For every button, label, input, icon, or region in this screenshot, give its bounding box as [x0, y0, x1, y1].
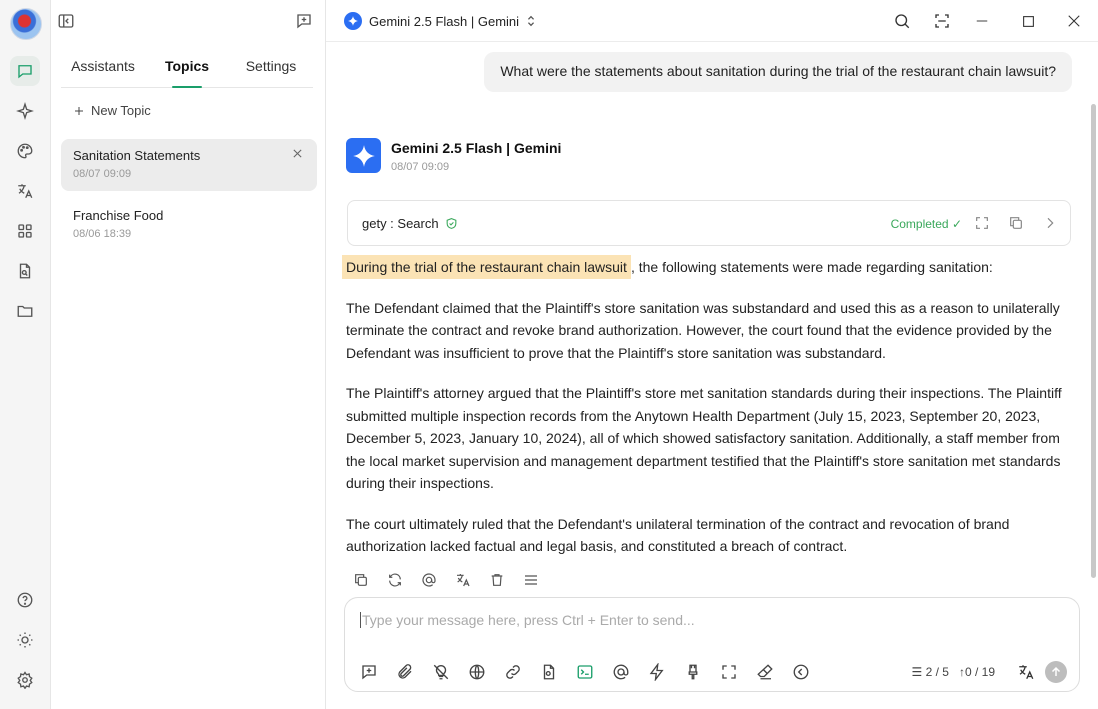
window-close-icon[interactable] — [1064, 11, 1084, 31]
token-count: 0 / 19 — [964, 665, 995, 679]
tool-name: gety : Search — [362, 216, 439, 231]
token-counter: ↑0 / 19 — [959, 665, 995, 679]
back-circle-icon[interactable] — [791, 662, 811, 682]
topic-item[interactable]: Sanitation Statements 08/07 09:09 — [61, 139, 317, 191]
chat-main: Gemini 2.5 Flash | Gemini What were the … — [326, 0, 1098, 709]
menu-icon[interactable] — [522, 571, 540, 589]
scan-icon[interactable] — [932, 11, 952, 31]
composer-status: ☰ 2 / 5 ↑0 / 19 — [912, 661, 1067, 683]
user-avatar[interactable] — [10, 8, 42, 40]
tool-name-row: gety : Search — [362, 216, 458, 231]
chevron-updown-icon — [526, 15, 536, 27]
answer-intro-rest: , the following statements were made reg… — [630, 259, 993, 275]
model-selector[interactable]: Gemini 2.5 Flash | Gemini — [344, 12, 536, 30]
answer-paragraph: The Plaintiff's attorney argued that the… — [346, 385, 1062, 491]
lightbulb-off-icon[interactable] — [431, 662, 451, 682]
gemini-logo-icon — [346, 138, 381, 173]
sparkle-icon[interactable] — [10, 96, 40, 126]
at-mention-icon[interactable] — [611, 662, 631, 682]
copy-message-icon[interactable] — [352, 571, 370, 589]
tab-topics[interactable]: Topics — [145, 50, 229, 87]
expand-icon[interactable] — [974, 215, 990, 231]
eraser-icon[interactable] — [755, 662, 775, 682]
plus-icon — [73, 105, 85, 117]
send-button[interactable] — [1045, 661, 1067, 683]
collapse-sidebar-icon[interactable] — [57, 12, 75, 30]
settings-gear-icon[interactable] — [10, 665, 40, 695]
check-icon: ✓ — [951, 217, 962, 231]
topic-item[interactable]: Franchise Food 08/06 18:39 — [61, 199, 317, 251]
link-icon[interactable] — [503, 662, 523, 682]
topic-title: Sanitation Statements — [73, 148, 201, 163]
lightning-icon[interactable] — [647, 662, 667, 682]
fullscreen-icon[interactable] — [719, 662, 739, 682]
minimize-icon[interactable] — [972, 11, 992, 31]
shield-check-icon — [445, 217, 458, 230]
globe-icon[interactable] — [467, 662, 487, 682]
answer-intro: During the trial of the restaurant chain… — [342, 255, 1066, 279]
apps-icon[interactable] — [10, 216, 40, 246]
user-message: What were the statements about sanitatio… — [484, 52, 1072, 92]
assistant-answer: During the trial of the restaurant chain… — [342, 255, 1066, 576]
sidebar-tabs: Assistants Topics Settings — [61, 50, 313, 88]
translate-message-icon[interactable] — [454, 571, 472, 589]
palette-icon[interactable] — [10, 136, 40, 166]
tab-assistants[interactable]: Assistants — [61, 50, 145, 87]
answer-paragraph: The court ultimately ruled that the Defe… — [346, 515, 1010, 555]
delete-icon[interactable] — [488, 571, 506, 589]
help-icon[interactable] — [10, 585, 40, 615]
new-topic-icon[interactable] — [359, 662, 379, 682]
close-icon[interactable] — [292, 148, 303, 159]
message-actions — [352, 571, 540, 589]
sidebar-toolbar — [51, 0, 326, 42]
terminal-icon[interactable] — [575, 662, 595, 682]
chat-scrollbar[interactable] — [1091, 104, 1096, 578]
search-icon[interactable] — [892, 11, 912, 31]
new-topic-label: New Topic — [91, 103, 151, 118]
tool-call-card[interactable]: gety : Search Completed ✓ — [347, 200, 1071, 246]
topics-sidebar: Assistants Topics Settings New Topic San… — [51, 0, 326, 709]
knowledge-file-icon[interactable] — [539, 662, 559, 682]
answer-paragraph: The Defendant claimed that the Plaintiff… — [346, 299, 1060, 361]
assistant-name: Gemini 2.5 Flash | Gemini — [391, 140, 562, 156]
chat-icon[interactable] — [10, 56, 40, 86]
highlighted-text: During the trial of the restaurant chain… — [342, 255, 631, 279]
topic-date: 08/06 18:39 — [73, 228, 132, 240]
tool-status: Completed ✓ — [891, 217, 962, 231]
tab-settings[interactable]: Settings — [229, 50, 313, 87]
new-chat-icon[interactable] — [295, 12, 313, 30]
app-rail — [0, 0, 51, 709]
context-counter: ☰ 2 / 5 — [912, 665, 949, 679]
context-count: 2 / 5 — [925, 665, 949, 679]
tool-status-label: Completed — [890, 217, 949, 231]
mention-icon[interactable] — [420, 571, 438, 589]
assistant-date: 08/07 09:09 — [391, 161, 450, 173]
maximize-icon[interactable] — [1018, 11, 1038, 31]
brightness-icon[interactable] — [10, 625, 40, 655]
new-topic-button[interactable]: New Topic — [73, 103, 151, 118]
model-label: Gemini 2.5 Flash | Gemini — [369, 13, 520, 29]
message-input[interactable]: Type your message here, press Ctrl + Ent… — [360, 612, 695, 628]
attachment-icon[interactable] — [395, 662, 415, 682]
copy-icon[interactable] — [1008, 215, 1024, 231]
top-bar: Gemini 2.5 Flash | Gemini — [326, 0, 1098, 42]
composer-toolbar — [359, 662, 811, 682]
list-icon: ☰ — [911, 665, 923, 679]
assistant-header: Gemini 2.5 Flash | Gemini 08/07 09:09 — [346, 138, 561, 173]
topic-date: 08/07 09:09 — [73, 168, 132, 180]
gemini-icon — [344, 12, 362, 30]
translate-input-icon[interactable] — [1017, 663, 1035, 681]
brush-icon[interactable] — [683, 662, 703, 682]
regenerate-icon[interactable] — [386, 571, 404, 589]
folder-icon[interactable] — [10, 296, 40, 326]
file-search-icon[interactable] — [10, 256, 40, 286]
message-composer[interactable]: Type your message here, press Ctrl + Ent… — [344, 597, 1080, 692]
topic-title: Franchise Food — [73, 208, 164, 223]
chevron-right-icon[interactable] — [1042, 215, 1058, 231]
translate-icon[interactable] — [10, 176, 40, 206]
